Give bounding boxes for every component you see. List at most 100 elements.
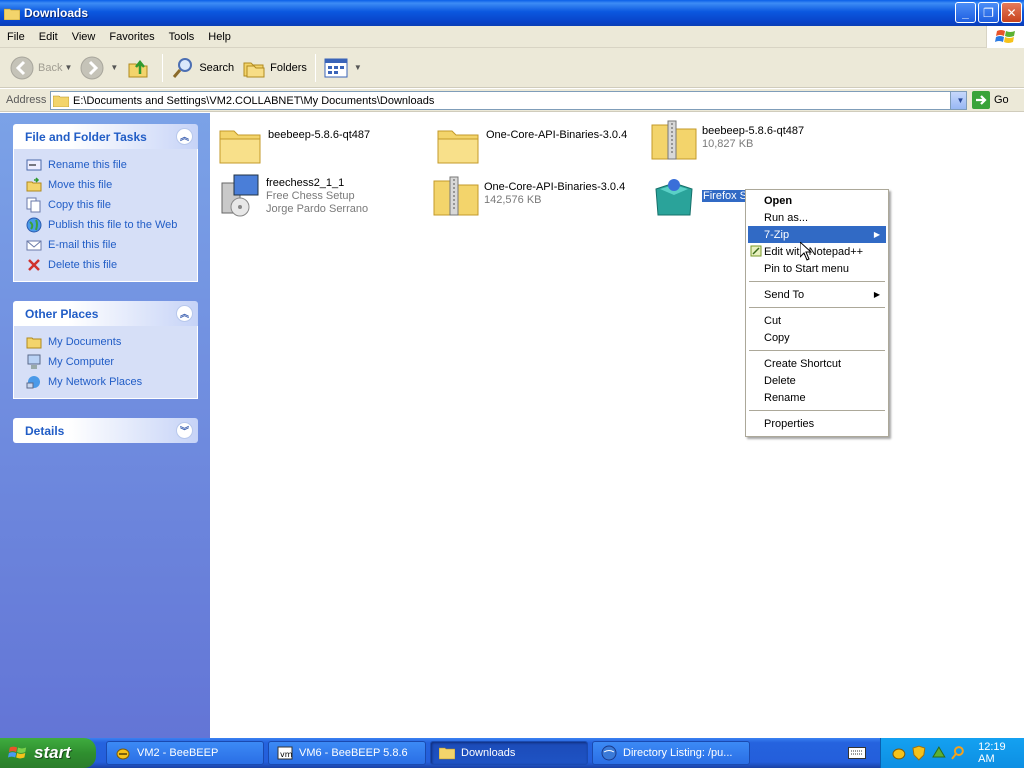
file-view[interactable]: beebeep-5.8.6-qt487 One-Core-API-Binarie… (210, 113, 1024, 738)
context-properties[interactable]: Properties (748, 415, 886, 432)
email-icon (26, 240, 42, 251)
panel-title: File and Folder Tasks (25, 129, 147, 144)
views-button[interactable]: ▼ (320, 52, 366, 84)
move-icon (26, 177, 42, 192)
menu-edit[interactable]: Edit (32, 31, 65, 43)
go-arrow-icon (972, 91, 990, 109)
file-size: 142,576 KB (484, 194, 542, 206)
file-folder-tasks-header[interactable]: File and Folder Tasks ︽ (13, 124, 198, 149)
other-places-header[interactable]: Other Places ︽ (13, 301, 198, 326)
menu-bar: File Edit View Favorites Tools Help (0, 26, 1024, 48)
taskbar-item-vm6[interactable]: vm VM6 - BeeBEEP 5.8.6 (268, 741, 426, 765)
publish-web-link[interactable]: Publish this file to the Web (26, 215, 197, 235)
file-item-selected[interactable]: Firefox S (650, 173, 749, 221)
taskbar: start VM2 - BeeBEEP vm VM6 - BeeBEEP 5.8… (0, 738, 1024, 768)
title-bar[interactable]: Downloads _ ❐ ✕ (0, 0, 1024, 26)
go-button[interactable]: Go (972, 91, 1009, 109)
context-delete[interactable]: Delete (748, 372, 886, 389)
file-name: One-Core-API-Binaries-3.0.4 (486, 129, 628, 141)
context-edit-notepadpp[interactable]: Edit with Notepad++ (748, 243, 886, 260)
delete-file-link[interactable]: Delete this file (26, 255, 197, 275)
context-copy[interactable]: Copy (748, 329, 886, 346)
details-header[interactable]: Details ︾ (13, 418, 198, 443)
security-shield-icon[interactable] (911, 745, 927, 761)
forward-button[interactable]: ▼ (76, 52, 122, 84)
search-button[interactable]: Search (167, 52, 238, 84)
email-file-link[interactable]: E-mail this file (26, 235, 197, 255)
collapse-icon[interactable]: ︽ (176, 128, 193, 145)
move-file-link[interactable]: Move this file (26, 175, 197, 195)
back-label: Back (38, 61, 63, 74)
context-pin-start[interactable]: Pin to Start menu (748, 260, 886, 277)
maximize-button[interactable]: ❐ (978, 2, 999, 23)
file-description: Free Chess Setup (266, 190, 355, 202)
forward-arrow-icon (80, 56, 104, 79)
my-computer-link[interactable]: My Computer (26, 352, 197, 372)
rename-file-link[interactable]: Rename this file (26, 155, 197, 175)
menu-separator (749, 410, 885, 411)
context-open[interactable]: Open (748, 192, 886, 209)
firefox-setup-icon (655, 179, 693, 216)
folder-icon (4, 8, 20, 20)
folders-button[interactable]: Folders (238, 52, 311, 84)
panel-title: Other Places (25, 306, 99, 321)
context-create-shortcut[interactable]: Create Shortcut (748, 355, 886, 372)
menu-file[interactable]: File (0, 31, 32, 43)
context-rename[interactable]: Rename (748, 389, 886, 406)
file-item[interactable]: beebeep-5.8.6-qt487 (216, 121, 370, 169)
restore-icon: ❐ (983, 5, 994, 20)
menu-favorites[interactable]: Favorites (102, 31, 161, 43)
minimize-icon: _ (962, 5, 969, 20)
search-tray-icon[interactable] (950, 745, 966, 761)
my-network-places-link[interactable]: My Network Places (26, 372, 197, 392)
vm-icon: vm (277, 746, 293, 760)
collapse-icon[interactable]: ︽ (176, 305, 193, 322)
address-input[interactable]: E:\Documents and Settings\VM2.COLLABNET\… (50, 91, 967, 110)
taskbar-item-vm2[interactable]: VM2 - BeeBEEP (106, 741, 264, 765)
file-company: Jorge Pardo Serrano (266, 203, 369, 215)
views-icon (324, 58, 348, 77)
back-arrow-icon (10, 56, 34, 79)
address-dropdown-button[interactable]: ▼ (950, 92, 966, 109)
copy-file-link[interactable]: Copy this file (26, 195, 197, 215)
folder-icon (437, 130, 479, 164)
windows-flag-icon (8, 746, 27, 759)
my-documents-link[interactable]: My Documents (26, 332, 197, 352)
expand-icon[interactable]: ︾ (176, 422, 193, 439)
clock: 12:19 AM (978, 741, 1006, 765)
back-button[interactable]: Back ▼ (6, 52, 76, 84)
submenu-arrow-icon: ▶ (873, 230, 880, 239)
windows-logo-icon (986, 26, 1024, 48)
file-item[interactable]: freechess2_1_1 Free Chess Setup Jorge Pa… (214, 171, 368, 219)
file-item[interactable]: One-Core-API-Binaries-3.0.4 142,576 KB (432, 173, 625, 221)
file-item[interactable]: beebeep-5.8.6-qt487 10,827 KB (650, 117, 804, 165)
context-run-as[interactable]: Run as... (748, 209, 886, 226)
beebeep-tray-icon[interactable] (891, 745, 907, 761)
search-label: Search (199, 61, 235, 74)
zip-folder-icon (433, 176, 479, 216)
folder-icon (26, 337, 42, 349)
taskbar-item-directory-listing[interactable]: Directory Listing: /pu... (592, 741, 750, 765)
taskbar-item-downloads[interactable]: Downloads (430, 741, 588, 765)
file-folder-tasks-panel: File and Folder Tasks ︽ Rename this file… (13, 124, 198, 282)
panel-title: Details (25, 423, 65, 438)
context-cut[interactable]: Cut (748, 312, 886, 329)
minimize-button[interactable]: _ (955, 2, 976, 23)
start-button[interactable]: start (0, 738, 96, 768)
up-folder-button[interactable] (122, 52, 158, 84)
context-7zip[interactable]: 7-Zip ▶ (748, 226, 886, 243)
menu-view[interactable]: View (65, 31, 103, 43)
keyboard-icon[interactable] (848, 747, 866, 759)
details-panel: Details ︾ (13, 418, 198, 443)
menu-help[interactable]: Help (201, 31, 238, 43)
close-button[interactable]: ✕ (1001, 2, 1022, 23)
browser-globe-icon (601, 745, 617, 761)
other-places-panel: Other Places ︽ My Documents My Computer … (13, 301, 198, 399)
zip-folder-icon (651, 120, 697, 160)
folder-icon (219, 130, 261, 164)
context-send-to[interactable]: Send To ▶ (748, 286, 886, 303)
folders-icon (243, 62, 265, 77)
menu-tools[interactable]: Tools (162, 31, 202, 43)
file-item[interactable]: One-Core-API-Binaries-3.0.4 (434, 121, 627, 169)
network-tray-icon[interactable] (931, 745, 947, 761)
